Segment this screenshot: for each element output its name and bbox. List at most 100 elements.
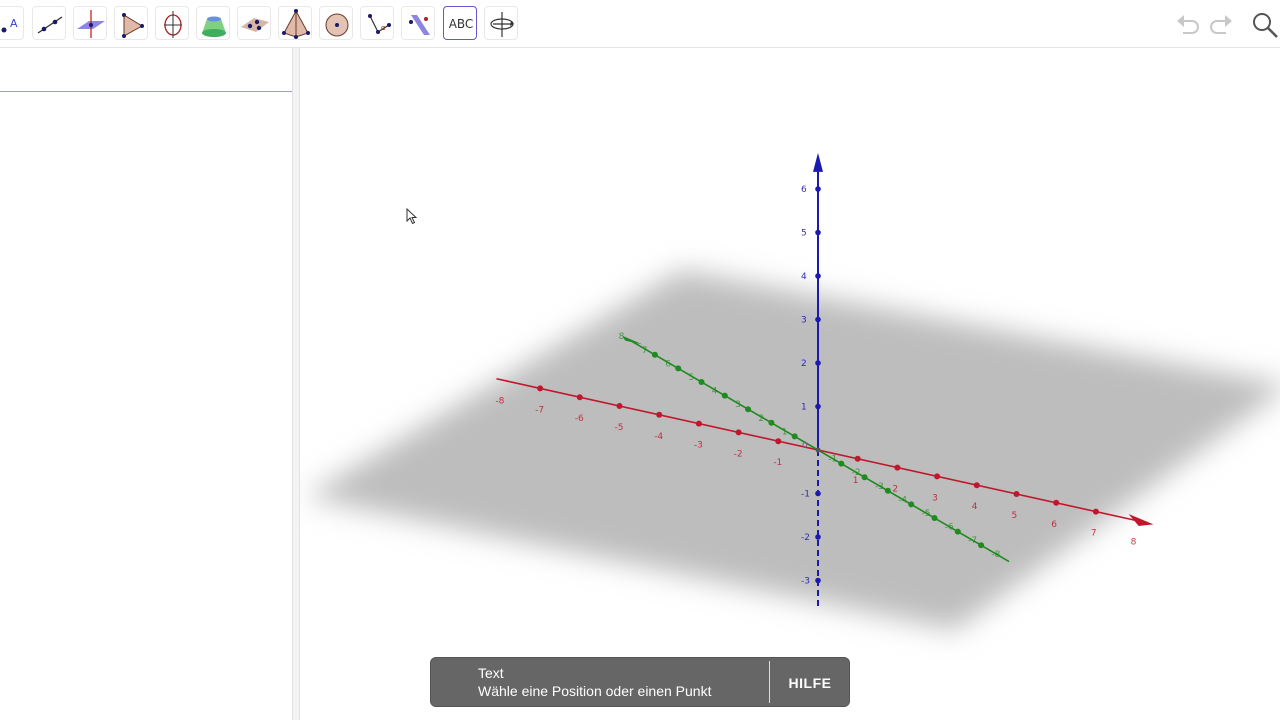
y-tick-label: 4 [712, 387, 718, 397]
y-tick [651, 351, 658, 358]
tooltip-title: Text [478, 665, 504, 681]
y-tick-label: -6 [945, 523, 954, 533]
y-tick-label: 5 [689, 373, 695, 383]
x-tick [735, 429, 742, 436]
tool-plane-points[interactable] [237, 6, 271, 40]
y-tick-label: 7 [642, 346, 648, 356]
perpendicular-line-icon [77, 10, 105, 38]
graphics-3d-canvas[interactable]: -8 -8 -7 -7 -6 -6 -5 -5 -4 -4 -3 -3 -2 -2 -1 -1 1 1 2 2 3 3 4 4… [300, 48, 1280, 720]
y-tick-label: 1 [782, 427, 788, 437]
z-tick-label: 6 [801, 185, 807, 195]
origin-label: 0 [802, 441, 808, 451]
help-button[interactable]: HILFE [770, 658, 850, 708]
y-tick [791, 433, 798, 440]
y-tick-label: 6 [665, 359, 671, 369]
z-tick [815, 403, 821, 410]
circle-axis-icon [164, 11, 182, 38]
y-tick [931, 515, 938, 521]
y-tick [698, 379, 705, 385]
x-tick [1092, 508, 1099, 515]
y-tick [721, 392, 728, 399]
x-tick-label: -5 [615, 423, 624, 433]
rotate-view-icon [490, 12, 514, 37]
x-tick [894, 464, 901, 471]
x-tick-label: -2 [734, 449, 743, 459]
x-tick-label: -1 [773, 458, 782, 468]
angle-icon: α [368, 14, 391, 34]
tool-polygon[interactable] [114, 6, 148, 40]
tool-point[interactable]: A [0, 6, 24, 40]
origin-point [815, 447, 821, 453]
y-tick [954, 528, 961, 535]
z-tick-label: -1 [801, 490, 810, 500]
y-tick [908, 501, 915, 508]
x-tick-label: -4 [654, 432, 663, 442]
x-tick-label: 3 [932, 493, 938, 503]
y-tick-label: -5 [922, 509, 931, 519]
x-tick [656, 411, 663, 418]
z-tick [815, 273, 821, 279]
tool-help-tooltip: Text Wähle eine Position oder einen Punk… [430, 657, 850, 707]
z-tick [815, 186, 821, 192]
x-tick-label: 4 [972, 502, 978, 512]
search-icon[interactable] [1250, 10, 1280, 38]
polygon-icon [122, 13, 144, 38]
y-tick [838, 460, 845, 467]
graphics-3d-view[interactable]: -8 -8 -7 -7 -6 -6 -5 -5 -4 -4 -3 -3 -2 -2 -1 -1 1 1 2 2 3 3 4 4… [300, 48, 1280, 720]
x-tick [934, 473, 941, 480]
y-tick [745, 406, 752, 413]
algebra-view[interactable] [0, 48, 292, 720]
z-tick [815, 229, 821, 236]
y-tick-label: -8 [991, 550, 1000, 560]
undo-icon[interactable] [1175, 10, 1201, 38]
pyramid-icon [282, 9, 310, 39]
tool-line[interactable] [32, 6, 66, 40]
x-tick-label: 5 [1012, 511, 1018, 521]
tool-circle-axis[interactable] [155, 6, 189, 40]
tool-cone[interactable] [196, 6, 230, 40]
z-tick [815, 534, 821, 540]
x-tick-label: -6 [575, 414, 584, 424]
x-tick-label: -7 [535, 405, 544, 415]
sphere-icon [325, 13, 349, 37]
y-tick [861, 474, 868, 481]
tool-angle[interactable]: α [360, 6, 394, 40]
x-tick [695, 420, 702, 427]
text-icon: ABC [448, 17, 474, 31]
y-tick-label: -4 [898, 495, 907, 505]
x-tick [537, 385, 544, 392]
point-icon: A [1, 17, 18, 33]
view-splitter[interactable] [292, 48, 300, 720]
tool-text[interactable]: ABC [443, 6, 477, 40]
z-tick-label: 4 [801, 272, 807, 282]
y-tick-label: -7 [968, 536, 977, 546]
x-tick [1053, 499, 1060, 506]
x-tick [973, 482, 980, 489]
z-tick-label: 3 [801, 316, 807, 326]
x-tick-label: 1 [853, 476, 859, 486]
reflect-icon [409, 15, 430, 35]
tool-sphere[interactable] [319, 6, 353, 40]
x-tick [775, 438, 782, 445]
tool-pyramid[interactable] [278, 6, 312, 40]
tool-rotate-view[interactable] [484, 6, 518, 40]
z-tick-label: -3 [801, 577, 810, 587]
z-tick [815, 577, 821, 584]
tool-perpendicular-line[interactable] [73, 6, 107, 40]
xy-plane [305, 270, 1280, 630]
z-tick [815, 360, 821, 366]
toolbar: A α ABC [0, 0, 1280, 48]
y-tick-label: 3 [735, 400, 741, 410]
x-tick [1013, 491, 1020, 497]
cone-icon [202, 16, 226, 37]
x-tick [616, 403, 623, 409]
redo-icon[interactable] [1208, 10, 1234, 38]
tool-reflect-plane[interactable] [401, 6, 435, 40]
z-tick-label: 5 [801, 229, 807, 239]
x-tick-label: 2 [892, 485, 898, 495]
z-tick-label: -2 [801, 533, 810, 543]
algebra-input-underline [0, 91, 292, 92]
line-icon [37, 16, 63, 34]
z-tick [815, 490, 821, 497]
y-tick-label: 2 [758, 414, 764, 424]
